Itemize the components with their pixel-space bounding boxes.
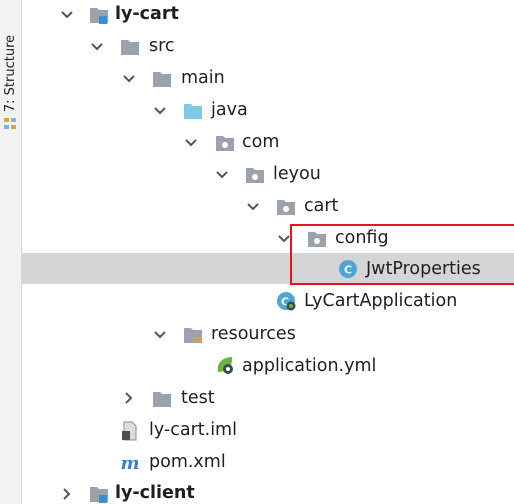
package-icon xyxy=(246,168,264,183)
tree-item-ly-cart-iml[interactable]: ly-cart.iml xyxy=(149,419,237,441)
tree-item-ly-cart-application[interactable]: LyCartApplication xyxy=(304,290,457,312)
chevron-down-icon[interactable] xyxy=(153,328,167,342)
chevron-right-icon[interactable] xyxy=(122,391,136,405)
maven-icon: m xyxy=(120,453,139,473)
tree-item-java[interactable]: java xyxy=(211,99,248,121)
chevron-down-icon[interactable] xyxy=(184,136,198,150)
iml-file-icon xyxy=(122,421,137,441)
class-icon: C xyxy=(339,260,357,278)
tree-item-cart[interactable]: cart xyxy=(304,195,338,217)
chevron-down-icon[interactable] xyxy=(246,200,260,214)
chevron-down-icon[interactable] xyxy=(122,72,136,86)
chevron-right-icon[interactable] xyxy=(60,487,74,501)
tree-item-test[interactable]: test xyxy=(181,387,215,409)
svg-text:m: m xyxy=(120,453,139,473)
tree-item-pom-xml[interactable]: pom.xml xyxy=(149,451,226,473)
tree-item-resources[interactable]: resources xyxy=(211,323,296,345)
chevron-down-icon[interactable] xyxy=(90,40,104,54)
project-tree[interactable]: ly-cart src main java com leyou cart con… xyxy=(22,0,514,504)
tree-item-ly-cart[interactable]: ly-cart xyxy=(115,3,179,25)
tree-item-jwt-properties[interactable]: JwtProperties xyxy=(366,258,481,280)
structure-icon[interactable] xyxy=(2,117,18,135)
tree-item-src[interactable]: src xyxy=(149,35,175,57)
tree-item-main[interactable]: main xyxy=(181,67,225,89)
folder-icon xyxy=(121,40,139,55)
folder-icon xyxy=(153,72,171,87)
module-folder-icon xyxy=(90,487,108,503)
tree-item-application-yml[interactable]: application.yml xyxy=(242,355,376,377)
package-icon xyxy=(216,136,234,151)
tree-item-leyou[interactable]: leyou xyxy=(273,163,321,185)
spring-boot-class-icon: C xyxy=(277,292,296,311)
chevron-down-icon[interactable] xyxy=(277,232,291,246)
module-folder-icon xyxy=(90,8,108,24)
resources-folder-icon xyxy=(184,328,202,343)
package-icon xyxy=(308,232,326,247)
folder-icon xyxy=(153,392,171,407)
tree-item-config[interactable]: config xyxy=(335,227,389,249)
tree-item-ly-client[interactable]: ly-client xyxy=(115,482,195,504)
source-folder-icon xyxy=(184,104,202,119)
structure-tab-label: 7: Structure xyxy=(3,34,19,112)
spring-config-icon xyxy=(217,357,233,374)
tree-item-com[interactable]: com xyxy=(242,131,279,153)
chevron-down-icon[interactable] xyxy=(60,8,74,22)
chevron-down-icon[interactable] xyxy=(153,104,167,118)
chevron-down-icon[interactable] xyxy=(215,168,229,182)
package-icon xyxy=(277,200,295,215)
structure-tool-tab[interactable]: 7: Structure xyxy=(0,30,22,116)
tool-window-strip: 7: Structure xyxy=(0,0,22,504)
svg-text:C: C xyxy=(344,264,352,277)
